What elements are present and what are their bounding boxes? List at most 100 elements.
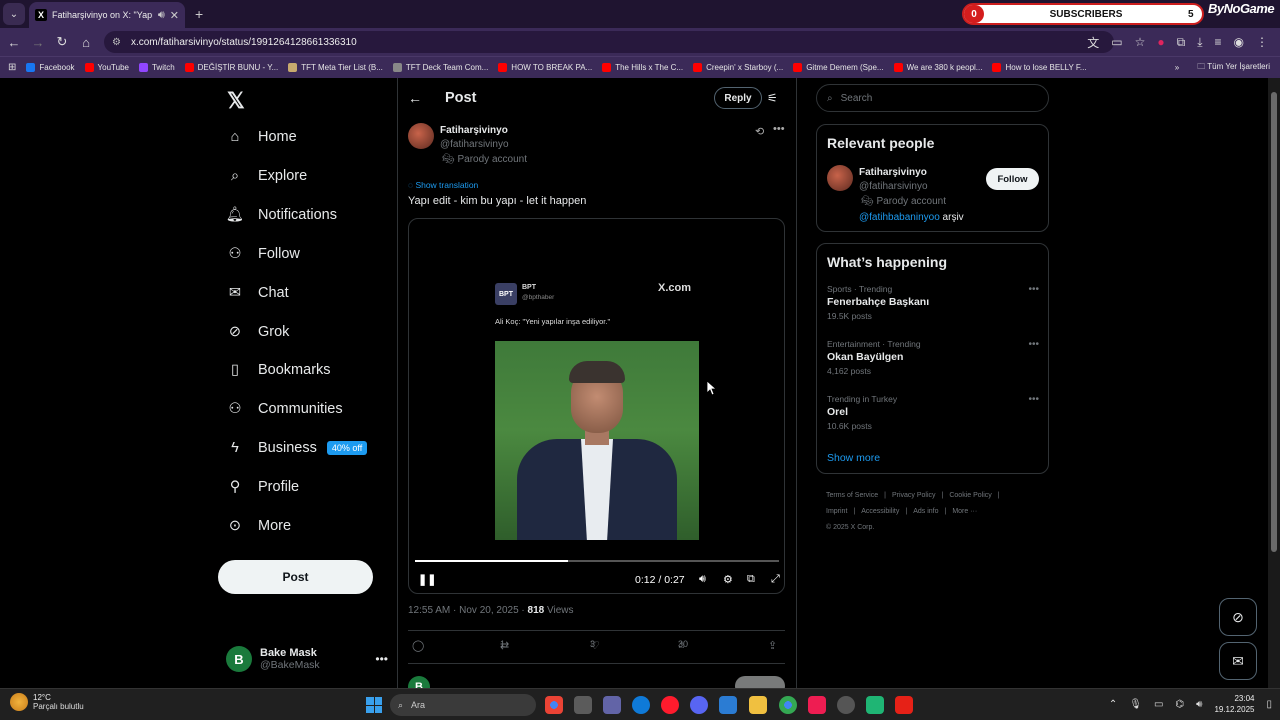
nav-item-notifications[interactable]: 🔔︎ Notifications: [226, 206, 337, 224]
bookmark-item[interactable]: Creepin' x Starboy (...: [693, 63, 783, 72]
start-button-icon[interactable]: [366, 697, 382, 713]
new-tab-button[interactable]: +: [195, 6, 203, 22]
chevron-up-icon[interactable]: ⌃: [1109, 699, 1117, 710]
trend-more-icon[interactable]: •••: [1028, 394, 1039, 405]
post-timestamp[interactable]: 12:55 AM · Nov 20, 2025 ·: [408, 605, 525, 616]
bookmark-item[interactable]: We are 380 k peopl...: [893, 63, 982, 72]
back-arrow-icon[interactable]: ←: [408, 90, 422, 106]
network-icon[interactable]: ⌬: [1175, 699, 1184, 710]
grok-fab-icon[interactable]: ⊘: [1219, 598, 1257, 636]
show-more-link[interactable]: Show more: [827, 452, 880, 464]
browser-tab[interactable]: X Fatiharşivinyo on X: "Yapı e... 🔊︎ ✕: [29, 2, 185, 28]
bookmark-item[interactable]: HOW TO BREAK PA...: [498, 63, 592, 72]
author-handle[interactable]: @fatiharsivinyo: [440, 139, 509, 150]
nav-item-chat[interactable]: ✉ Chat: [226, 284, 289, 302]
chrome-active-app-icon[interactable]: [779, 696, 797, 714]
notifications-tray-icon[interactable]: ▯: [1266, 699, 1272, 710]
bookmark-item[interactable]: DEĞİŞTİR BUNU - Y...: [184, 63, 278, 72]
footer-link[interactable]: More ···: [952, 508, 977, 515]
game-app-icon[interactable]: [866, 696, 884, 714]
teams-app-icon[interactable]: [603, 696, 621, 714]
speaker-icon[interactable]: 🔊︎: [158, 9, 165, 22]
nav-item-communities[interactable]: ⚇ Communities: [226, 400, 343, 418]
forward-icon[interactable]: →: [26, 35, 50, 50]
show-translation-link[interactable]: ◌ Show translation: [408, 180, 478, 190]
reply-icon[interactable]: ◯: [412, 639, 424, 652]
author-name[interactable]: Fatiharşivinyo: [440, 125, 508, 136]
trend-item[interactable]: Entertainment · Trending Okan Bayülgen 4…: [827, 339, 1039, 376]
grok-icon[interactable]: ⟲: [755, 125, 764, 138]
footer-link[interactable]: Terms of Service: [826, 492, 878, 499]
reply-button[interactable]: Reply: [714, 87, 762, 109]
site-info-icon[interactable]: ⚙: [112, 37, 121, 48]
store-app-icon[interactable]: [574, 696, 592, 714]
mail-app-icon[interactable]: [719, 696, 737, 714]
sliders-icon[interactable]: ⚟: [767, 91, 778, 105]
tiktok-app-icon[interactable]: [808, 696, 826, 714]
clock[interactable]: 23:04 19.12.2025: [1214, 693, 1254, 715]
volume-tray-icon[interactable]: 🔊︎: [1196, 699, 1202, 710]
nav-item-home[interactable]: ⌂ Home: [226, 128, 297, 146]
discord-app-icon[interactable]: [690, 696, 708, 714]
edge-app-icon[interactable]: [632, 696, 650, 714]
nav-item-business[interactable]: ϟ Business 40% off: [226, 439, 368, 457]
page-scrollbar[interactable]: [1268, 78, 1280, 688]
scrollbar-thumb[interactable]: [1271, 92, 1277, 552]
follow-button[interactable]: Follow: [986, 168, 1039, 190]
bookmark-item[interactable]: Twitch: [138, 63, 175, 72]
pip-icon[interactable]: ⧉: [747, 573, 755, 586]
address-bar[interactable]: ⚙ x.com/fatiharsivinyo/status/1991264128…: [104, 31, 1114, 53]
video-player[interactable]: BPT BPT @bpthaber X.com Ali Koç: "Yeni y…: [408, 218, 785, 594]
search-box[interactable]: ⌕ Search: [816, 84, 1049, 112]
footer-link[interactable]: Imprint: [826, 508, 847, 515]
bookmark-item[interactable]: TFT Meta Tier List (B...: [288, 63, 383, 72]
post-button[interactable]: Post: [218, 560, 373, 594]
mic-icon[interactable]: 🎙︎: [1129, 699, 1142, 710]
weather-widget[interactable]: 12°C Parçalı bulutlu: [10, 693, 84, 711]
bookmark-item[interactable]: YouTube: [84, 63, 129, 72]
pause-icon[interactable]: ❚❚: [418, 573, 436, 586]
account-more-icon[interactable]: •••: [375, 652, 388, 666]
x-logo-icon[interactable]: 𝕏: [227, 88, 245, 114]
account-switcher[interactable]: B Bake Mask @BakeMask •••: [226, 644, 388, 674]
reply-submit-button[interactable]: [735, 676, 785, 688]
post-more-icon[interactable]: •••: [773, 123, 785, 135]
apps-icon[interactable]: ⊞: [8, 62, 16, 73]
nav-item-bookmarks[interactable]: ▯ Bookmarks: [226, 361, 331, 379]
footer-link[interactable]: Privacy Policy: [892, 492, 936, 499]
bookmark-item[interactable]: TFT Deck Team Com...: [392, 63, 488, 72]
share-icon[interactable]: ⇪: [768, 639, 777, 652]
bio-mention-link[interactable]: @fatihbabaninyoo: [859, 212, 940, 223]
nav-item-more[interactable]: ⊙ More: [226, 517, 291, 535]
cast-icon[interactable]: ▭: [1111, 35, 1122, 49]
youtube-app-icon[interactable]: [895, 696, 913, 714]
settings-icon[interactable]: ⚙: [723, 573, 733, 586]
app-icon[interactable]: [837, 696, 855, 714]
back-icon[interactable]: ←: [2, 35, 26, 50]
bookmark-item[interactable]: The Hills x The C...: [602, 63, 683, 72]
home-browser-icon[interactable]: ⌂: [74, 35, 98, 50]
star-icon[interactable]: ☆: [1135, 35, 1146, 49]
trend-item[interactable]: Sports · Trending Fenerbahçe Başkanı 19.…: [827, 284, 1039, 321]
media-icon[interactable]: ≡: [1215, 35, 1222, 49]
trend-more-icon[interactable]: •••: [1028, 284, 1039, 295]
trend-more-icon[interactable]: •••: [1028, 339, 1039, 350]
display-icon[interactable]: ▭: [1154, 699, 1163, 710]
nav-item-follow[interactable]: ⚇ Follow: [226, 245, 300, 263]
bookmark-item[interactable]: How to lose BELLY F...: [992, 63, 1087, 72]
taskbar-search[interactable]: ⌕ Ara: [390, 694, 536, 716]
bookmark-item[interactable]: Gitme Demem (Spe...: [793, 63, 884, 72]
all-bookmarks-folder[interactable]: 🗀 Tüm Yer İşaretleri: [1197, 61, 1270, 75]
relevant-name[interactable]: Fatiharşivinyo: [859, 167, 927, 178]
author-avatar[interactable]: [408, 123, 434, 149]
footer-link[interactable]: Cookie Policy: [949, 492, 991, 499]
reload-icon[interactable]: ↻: [50, 34, 74, 50]
extension-red-icon[interactable]: ●: [1157, 35, 1164, 49]
tab-search-button[interactable]: ⌄: [3, 3, 25, 25]
download-icon[interactable]: ⤓: [1197, 35, 1202, 50]
video-progress-bar[interactable]: [415, 560, 779, 562]
footer-link[interactable]: Ads info: [913, 508, 938, 515]
translate-icon[interactable]: 文: [1087, 34, 1099, 51]
bookmark-item[interactable]: Facebook: [26, 63, 75, 72]
trend-item[interactable]: Trending in Turkey Orel 10.6K posts •••: [827, 394, 1039, 431]
